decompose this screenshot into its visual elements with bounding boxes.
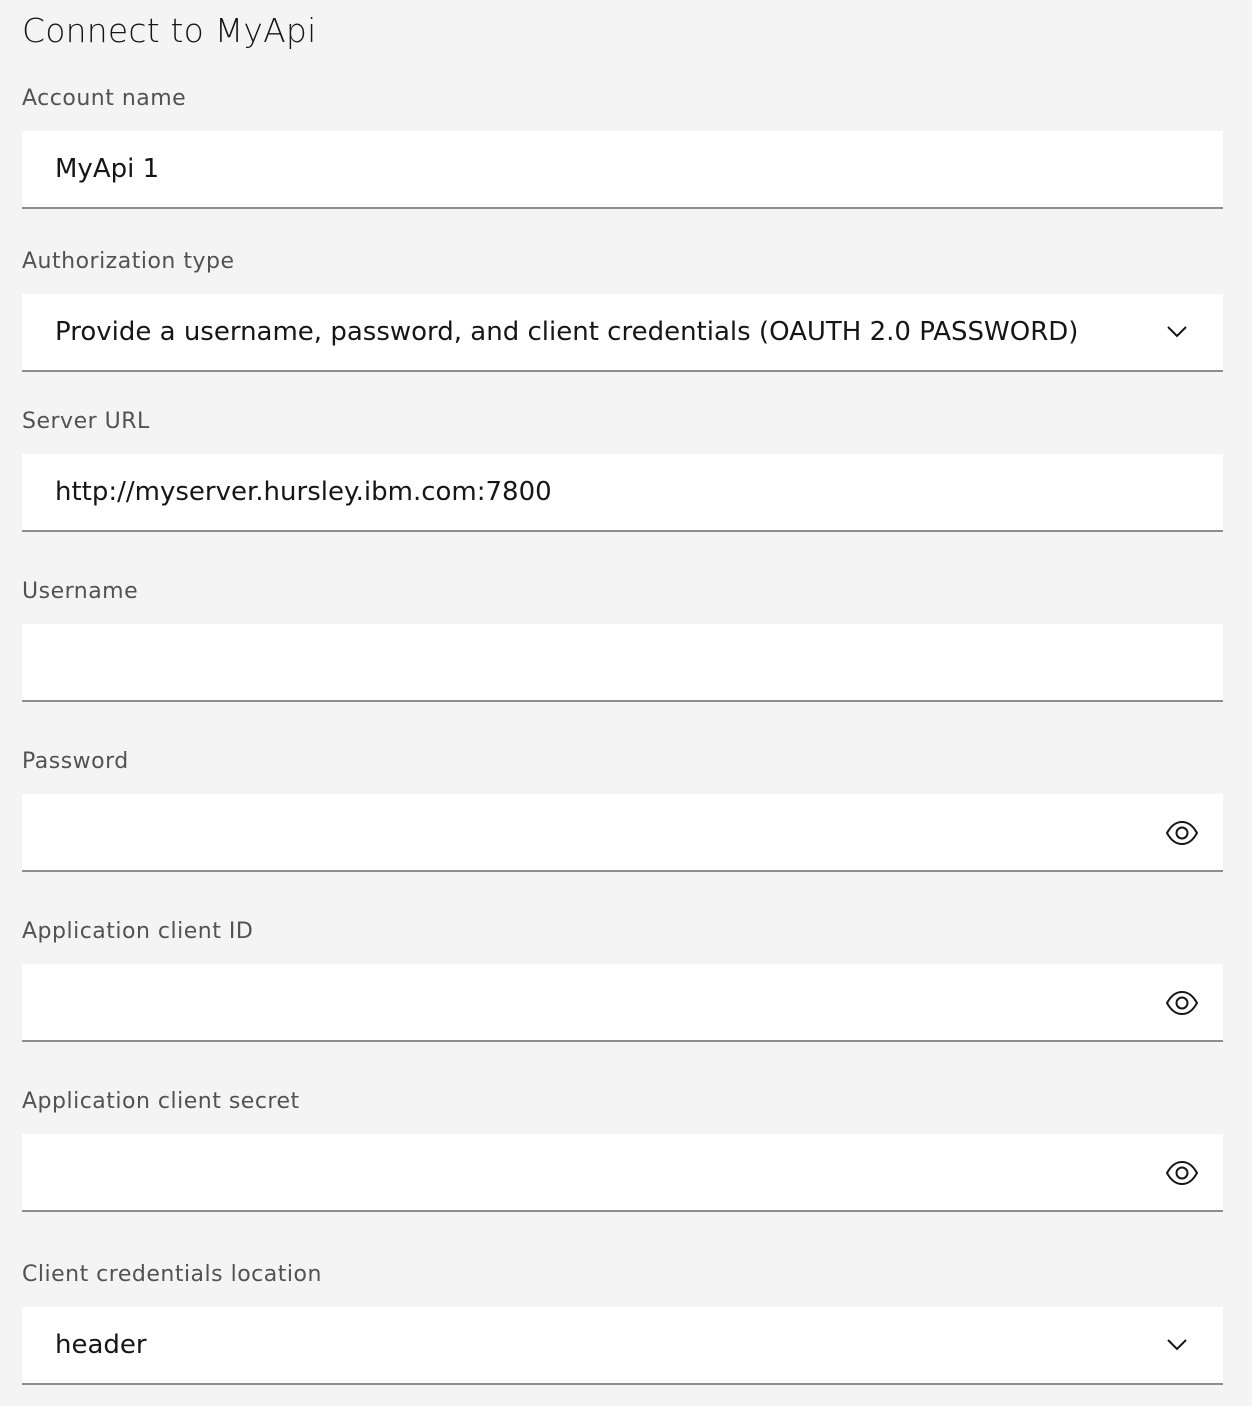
- password-label: Password: [22, 749, 129, 774]
- chevron-down-icon[interactable]: [1165, 1333, 1189, 1357]
- credentials-location-select[interactable]: header: [22, 1307, 1223, 1385]
- username-input[interactable]: [22, 624, 1223, 702]
- page-title: Connect to MyApi: [22, 11, 317, 50]
- eye-icon[interactable]: [1165, 816, 1199, 850]
- authorization-type-select[interactable]: Provide a username, password, and client…: [22, 294, 1223, 372]
- account-name-input[interactable]: MyApi 1: [22, 131, 1223, 209]
- client-id-label: Application client ID: [22, 919, 254, 944]
- server-url-label: Server URL: [22, 409, 150, 434]
- credentials-location-label: Client credentials location: [22, 1262, 322, 1287]
- server-url-value: http://myserver.hursley.ibm.com:7800: [55, 477, 552, 507]
- account-name-label: Account name: [22, 86, 187, 111]
- account-name-value: MyApi 1: [55, 154, 160, 184]
- client-secret-input[interactable]: [22, 1134, 1223, 1212]
- client-secret-label: Application client secret: [22, 1089, 300, 1114]
- authorization-type-label: Authorization type: [22, 249, 235, 274]
- username-label: Username: [22, 579, 139, 604]
- eye-icon[interactable]: [1165, 986, 1199, 1020]
- credentials-location-value: header: [55, 1330, 147, 1360]
- eye-icon[interactable]: [1165, 1156, 1199, 1190]
- password-input[interactable]: [22, 794, 1223, 872]
- client-id-input[interactable]: [22, 964, 1223, 1042]
- authorization-type-value: Provide a username, password, and client…: [55, 317, 1079, 347]
- chevron-down-icon[interactable]: [1165, 320, 1189, 344]
- server-url-input[interactable]: http://myserver.hursley.ibm.com:7800: [22, 454, 1223, 532]
